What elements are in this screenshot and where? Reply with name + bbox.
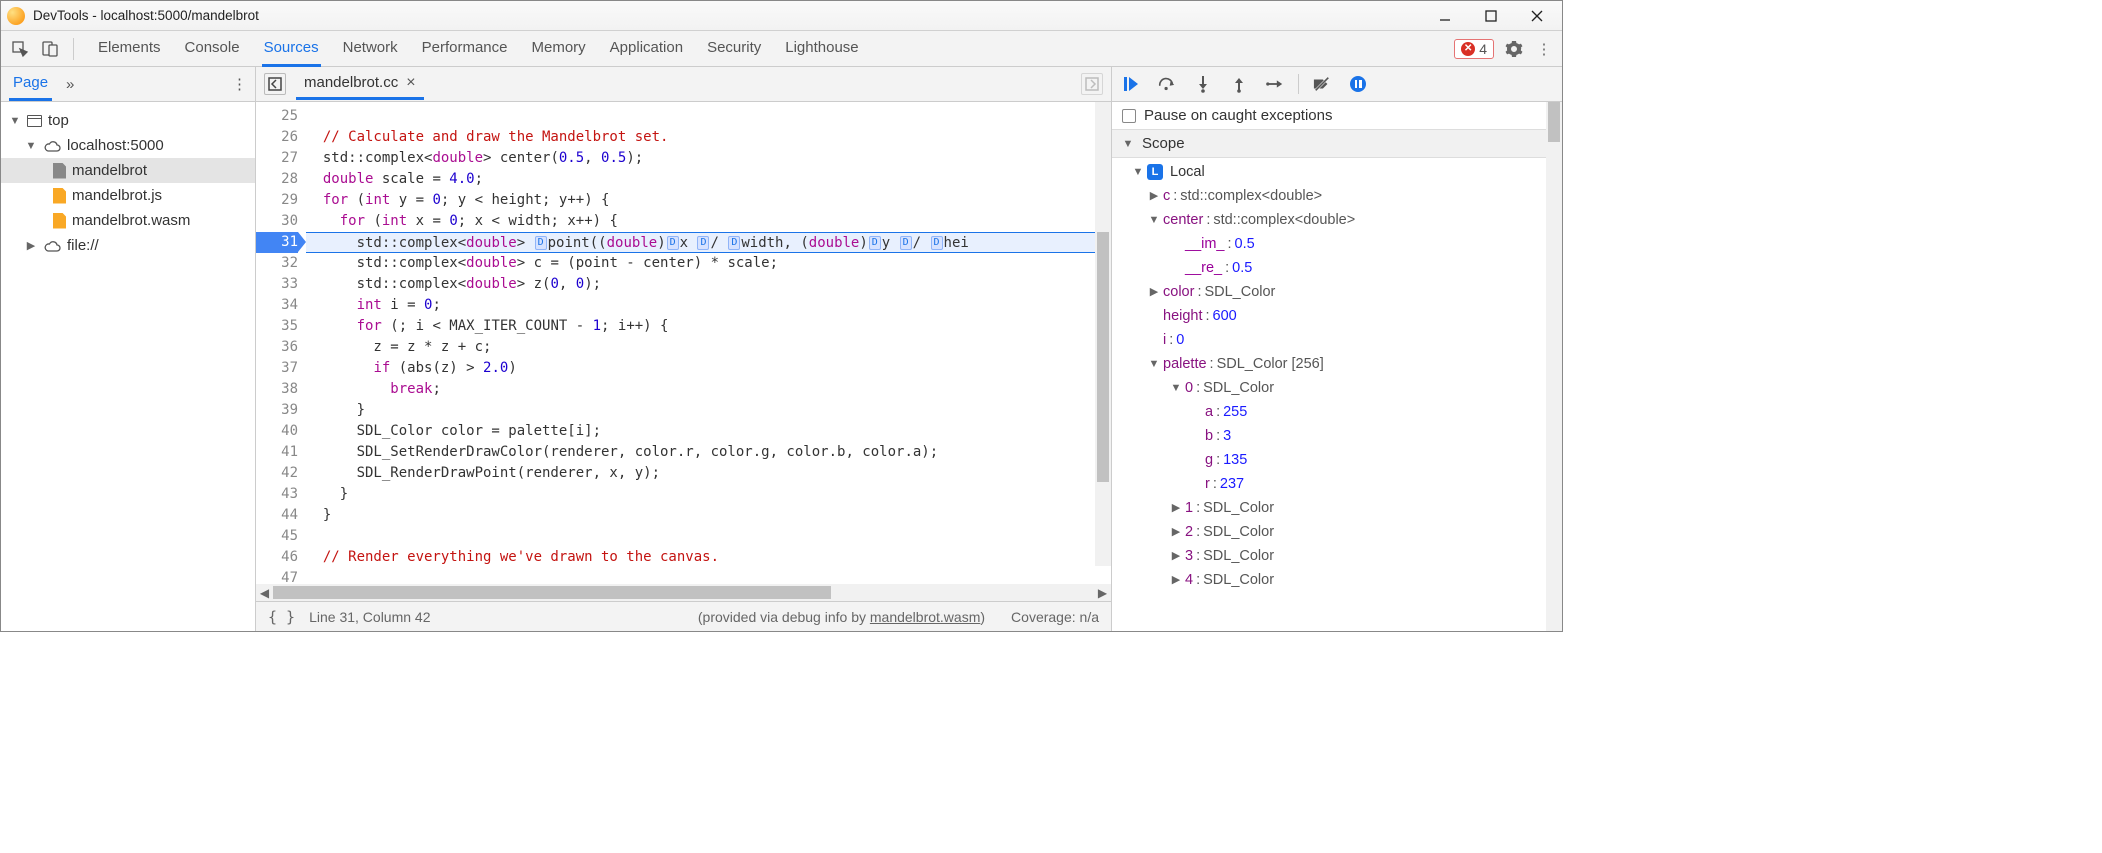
var-center-re[interactable]: __re_: 0.5 bbox=[1112, 256, 1562, 280]
coverage-status: Coverage: n/a bbox=[1011, 609, 1099, 625]
step-into-icon[interactable] bbox=[1194, 75, 1212, 93]
nav-back-button[interactable] bbox=[264, 73, 286, 95]
nav-more-tabs-icon[interactable]: » bbox=[66, 76, 74, 93]
editor-vertical-scrollbar[interactable] bbox=[1095, 102, 1111, 566]
maximize-button[interactable] bbox=[1482, 7, 1500, 25]
var-palette-0-r[interactable]: r: 237 bbox=[1112, 472, 1562, 496]
var-color[interactable]: ▶color: SDL_Color bbox=[1112, 280, 1562, 304]
error-count: 4 bbox=[1479, 41, 1487, 57]
tab-console[interactable]: Console bbox=[183, 31, 242, 67]
cloud-icon bbox=[43, 140, 61, 152]
tree-host[interactable]: ▼ localhost:5000 bbox=[1, 133, 255, 158]
debug-panel: Pause on caught exceptions ▼Scope ▼L Loc… bbox=[1112, 102, 1562, 631]
step-icon[interactable] bbox=[1266, 75, 1284, 93]
resume-script-icon[interactable] bbox=[1122, 75, 1140, 93]
editor-tab-mandelbrot-cc[interactable]: mandelbrot.cc × bbox=[296, 68, 424, 100]
editor-statusbar: { } Line 31, Column 42 (provided via deb… bbox=[256, 601, 1111, 631]
var-palette-0[interactable]: ▼0: SDL_Color bbox=[1112, 376, 1562, 400]
scope-local[interactable]: ▼L Local bbox=[1112, 160, 1562, 184]
file-icon bbox=[53, 163, 66, 179]
settings-gear-icon[interactable] bbox=[1504, 39, 1524, 59]
debug-panel-scrollbar[interactable] bbox=[1546, 102, 1562, 631]
nav-overflow-icon[interactable]: ⋮ bbox=[232, 75, 247, 93]
file-tree: ▼ top ▼ localhost:5000 mandelbrot mandel… bbox=[1, 102, 256, 631]
var-palette-4[interactable]: ▶4: SDL_Color bbox=[1112, 568, 1562, 592]
tab-performance[interactable]: Performance bbox=[420, 31, 510, 67]
var-i[interactable]: i: 0 bbox=[1112, 328, 1562, 352]
error-icon: ✕ bbox=[1461, 42, 1475, 56]
scope-tree: ▼L Local ▶c: std::complex<double> ▼cente… bbox=[1112, 158, 1562, 631]
var-palette-3[interactable]: ▶3: SDL_Color bbox=[1112, 544, 1562, 568]
editor-horizontal-scrollbar[interactable]: ◀▶ bbox=[256, 584, 1111, 601]
more-menu-icon[interactable]: ⋮ bbox=[1534, 39, 1554, 59]
devtools-logo-icon bbox=[7, 7, 25, 25]
tree-top[interactable]: ▼ top bbox=[1, 108, 255, 133]
scope-section-header[interactable]: ▼Scope bbox=[1112, 129, 1562, 158]
debug-info-link[interactable]: mandelbrot.wasm bbox=[870, 609, 981, 625]
line-gutter[interactable]: 2526272829303132333435363738394041424344… bbox=[256, 102, 306, 584]
titlebar: DevTools - localhost:5000/mandelbrot bbox=[1, 1, 1562, 31]
file-icon bbox=[53, 188, 66, 204]
file-icon bbox=[53, 213, 66, 229]
tab-lighthouse[interactable]: Lighthouse bbox=[783, 31, 860, 67]
var-palette-0-b[interactable]: b: 3 bbox=[1112, 424, 1562, 448]
tab-security[interactable]: Security bbox=[705, 31, 763, 67]
step-out-icon[interactable] bbox=[1230, 75, 1248, 93]
editor-tab-label: mandelbrot.cc bbox=[304, 74, 398, 91]
var-palette-0-a[interactable]: a: 255 bbox=[1112, 400, 1562, 424]
nav-tab-page[interactable]: Page bbox=[9, 67, 52, 101]
var-palette-1[interactable]: ▶1: SDL_Color bbox=[1112, 496, 1562, 520]
close-window-button[interactable] bbox=[1528, 7, 1546, 25]
pause-exceptions-row[interactable]: Pause on caught exceptions bbox=[1112, 102, 1562, 129]
code-lines[interactable]: // Calculate and draw the Mandelbrot set… bbox=[306, 102, 1111, 584]
window-title: DevTools - localhost:5000/mandelbrot bbox=[33, 8, 259, 23]
cloud-icon bbox=[43, 240, 61, 252]
var-palette[interactable]: ▼palette: SDL_Color [256] bbox=[1112, 352, 1562, 376]
pretty-print-icon[interactable]: { } bbox=[268, 608, 295, 626]
tab-memory[interactable]: Memory bbox=[530, 31, 588, 67]
debug-toolbar bbox=[1112, 67, 1562, 101]
tree-file-mandelbrot-wasm[interactable]: mandelbrot.wasm bbox=[1, 208, 255, 233]
cursor-position: Line 31, Column 42 bbox=[309, 609, 430, 625]
var-center-im[interactable]: __im_: 0.5 bbox=[1112, 232, 1562, 256]
device-toolbar-icon[interactable] bbox=[37, 36, 63, 62]
window-frame-icon bbox=[27, 115, 42, 127]
inspect-element-icon[interactable] bbox=[7, 36, 33, 62]
nav-forward-button[interactable] bbox=[1081, 73, 1103, 95]
tab-application[interactable]: Application bbox=[608, 31, 685, 67]
tab-list: Elements Console Sources Network Perform… bbox=[96, 31, 861, 67]
error-count-badge[interactable]: ✕ 4 bbox=[1454, 39, 1494, 59]
var-palette-2[interactable]: ▶2: SDL_Color bbox=[1112, 520, 1562, 544]
tab-elements[interactable]: Elements bbox=[96, 31, 163, 67]
debug-info-source: (provided via debug info by mandelbrot.w… bbox=[698, 609, 985, 625]
deactivate-breakpoints-icon[interactable] bbox=[1313, 75, 1331, 93]
step-over-icon[interactable] bbox=[1158, 75, 1176, 93]
devtools-tabstrip: Elements Console Sources Network Perform… bbox=[1, 31, 1562, 67]
checkbox-icon[interactable] bbox=[1122, 109, 1136, 123]
var-center[interactable]: ▼center: std::complex<double> bbox=[1112, 208, 1562, 232]
var-c[interactable]: ▶c: std::complex<double> bbox=[1112, 184, 1562, 208]
tree-file-mandelbrot-js[interactable]: mandelbrot.js bbox=[1, 183, 255, 208]
close-tab-icon[interactable]: × bbox=[406, 75, 415, 91]
pause-exceptions-icon[interactable] bbox=[1349, 75, 1367, 93]
tab-sources[interactable]: Sources bbox=[262, 31, 321, 67]
local-badge-icon: L bbox=[1147, 164, 1163, 180]
tree-file-scheme[interactable]: ▶ file:// bbox=[1, 233, 255, 258]
var-height[interactable]: height: 600 bbox=[1112, 304, 1562, 328]
minimize-button[interactable] bbox=[1436, 7, 1454, 25]
tree-file-mandelbrot[interactable]: mandelbrot bbox=[1, 158, 255, 183]
tab-network[interactable]: Network bbox=[341, 31, 400, 67]
code-editor: 2526272829303132333435363738394041424344… bbox=[256, 102, 1112, 631]
var-palette-0-g[interactable]: g: 135 bbox=[1112, 448, 1562, 472]
